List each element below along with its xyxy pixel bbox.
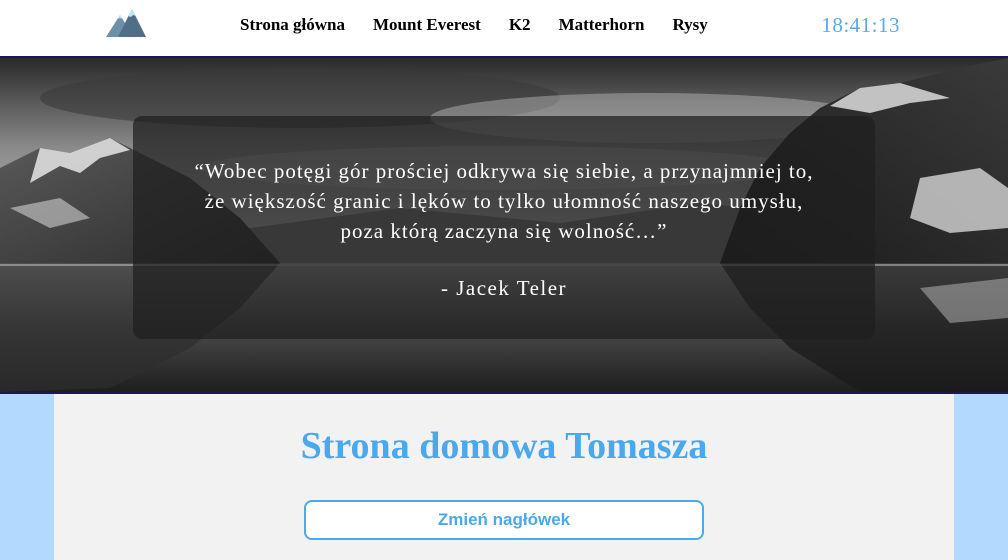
mountain-logo-icon[interactable] (106, 7, 146, 37)
hero-banner: “Wobec potęgi gór prościej odkrywa się s… (0, 58, 1008, 394)
top-navigation-bar: Strona główna Mount Everest K2 Matterhor… (0, 0, 1008, 58)
quote-text: “Wobec potęgi gór prościej odkrywa się s… (194, 159, 814, 243)
main-nav: Strona główna Mount Everest K2 Matterhor… (226, 0, 722, 50)
page-title: Strona domowa Tomasza (300, 425, 708, 467)
quote-box: “Wobec potęgi gór prościej odkrywa się s… (133, 116, 875, 339)
nav-link-matterhorn[interactable]: Matterhorn (559, 15, 645, 35)
nav-link-home[interactable]: Strona główna (240, 15, 345, 35)
main-content: Strona domowa Tomasza Zmień nagłówek (54, 394, 954, 560)
nav-link-rysy[interactable]: Rysy (672, 15, 707, 35)
change-header-button[interactable]: Zmień nagłówek (304, 500, 704, 540)
nav-link-k2[interactable]: K2 (509, 15, 531, 35)
nav-link-mount-everest[interactable]: Mount Everest (373, 15, 481, 35)
quote-author: - Jacek Teler (440, 276, 568, 300)
clock: 18:41:13 (821, 13, 900, 37)
